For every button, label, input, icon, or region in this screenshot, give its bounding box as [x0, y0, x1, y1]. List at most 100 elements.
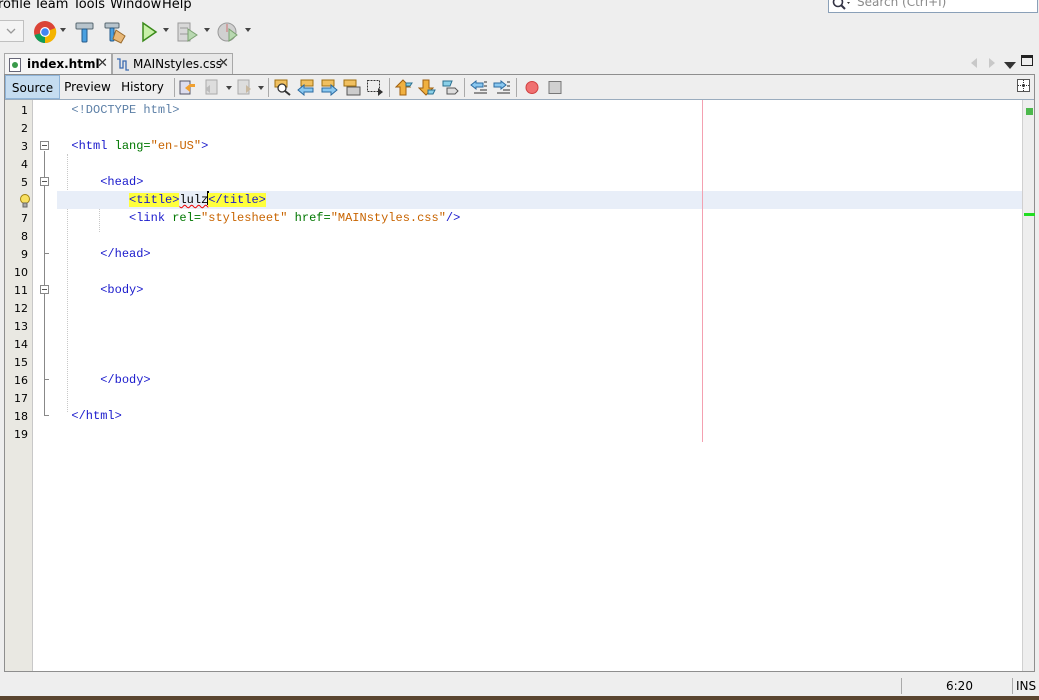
code-editor[interactable]: <!DOCTYPE html> <html lang="en-US"> <hea…	[57, 100, 1022, 671]
line-number: 12	[14, 302, 28, 315]
menu-team[interactable]: Team	[34, 0, 68, 12]
last-edit-icon[interactable]	[179, 79, 197, 96]
menu-tools[interactable]: Tools	[73, 0, 105, 12]
close-tab-icon[interactable]: ✕	[97, 56, 108, 71]
menu-help[interactable]: Help	[162, 0, 192, 12]
previous-bookmark-icon[interactable]	[394, 79, 413, 96]
toggle-rectangular-selection-icon[interactable]	[366, 79, 384, 96]
toolbar-separator	[174, 78, 175, 97]
toolbar-separator	[268, 78, 269, 97]
tab-mainstyles-css[interactable]: MAINstyles.css ✕	[112, 53, 233, 74]
editor-panel: Source Preview History 1 2 3 4 5 7 8 9 1…	[4, 74, 1035, 672]
configuration-combo[interactable]	[0, 20, 24, 42]
line-number: 4	[21, 158, 28, 171]
start-macro-recording-icon[interactable]	[523, 79, 541, 96]
code-line-7: <link rel="stylesheet" href="MAINstyles.…	[129, 211, 461, 225]
forward-icon[interactable]	[235, 79, 253, 96]
find-icon[interactable]	[274, 79, 292, 96]
search-input[interactable]: Search (Ctrl+I)	[857, 0, 946, 9]
right-margin-line	[702, 100, 703, 442]
back-dropdown-icon[interactable]	[226, 86, 232, 90]
code-line-18: </html>	[71, 409, 122, 423]
search-box[interactable]: Search (Ctrl+I)	[828, 0, 1038, 13]
tab-label: MAINstyles.css	[133, 57, 223, 71]
editor-toolbar: Source Preview History	[5, 75, 1034, 100]
profile-icon[interactable]	[216, 20, 240, 44]
chrome-icon[interactable]	[33, 20, 57, 44]
find-selection-icon[interactable]	[343, 79, 361, 96]
shift-right-icon[interactable]	[493, 79, 511, 96]
forward-dropdown-icon[interactable]	[258, 86, 264, 90]
caret-position-marker[interactable]	[1024, 213, 1035, 216]
close-tab-icon[interactable]: ✕	[218, 56, 229, 71]
menu-profile[interactable]: rofile	[0, 0, 31, 12]
code-line-1: <!DOCTYPE html>	[71, 103, 180, 117]
lightbulb-hint-icon[interactable]	[19, 194, 31, 211]
tab-source[interactable]: Source	[5, 75, 60, 99]
status-separator	[901, 678, 902, 694]
line-number: 10	[14, 266, 28, 279]
line-number: 15	[14, 356, 28, 369]
toggle-bookmark-icon[interactable]	[441, 79, 459, 96]
find-next-icon[interactable]	[320, 79, 338, 97]
insert-mode[interactable]: INS	[1016, 679, 1036, 693]
error-stripe[interactable]	[1022, 100, 1035, 671]
run-icon[interactable]	[137, 20, 161, 44]
status-ok-indicator[interactable]	[1026, 108, 1033, 115]
profile-dropdown-icon[interactable]	[245, 28, 251, 32]
find-previous-icon[interactable]	[297, 79, 315, 97]
hammer-icon[interactable]	[73, 20, 97, 44]
show-opened-documents-icon[interactable]	[1004, 58, 1016, 72]
line-number: 5	[21, 176, 28, 189]
code-line-11: <body>	[100, 283, 144, 297]
tab-index-html[interactable]: index.html ✕	[4, 53, 112, 74]
stop-macro-recording-icon[interactable]	[546, 79, 564, 96]
code-line-3: <html lang="en-US">	[71, 139, 209, 153]
status-bar: 6:20 INS	[0, 674, 1039, 696]
run-dropdown-icon[interactable]	[163, 28, 169, 32]
maximize-window-icon[interactable]	[1021, 55, 1033, 69]
line-number: 8	[21, 230, 28, 243]
code-line-9: </head>	[100, 247, 151, 261]
fold-end-marker	[44, 253, 49, 254]
line-number: 9	[21, 248, 28, 261]
tab-label: index.html	[27, 57, 100, 71]
main-toolbar	[0, 14, 1039, 50]
document-tabs: index.html ✕ MAINstyles.css ✕	[0, 50, 1039, 74]
fold-end-marker	[44, 415, 49, 416]
line-number: 3	[21, 140, 28, 153]
line-number: 14	[14, 338, 28, 351]
html-file-icon	[9, 58, 21, 75]
shift-left-icon[interactable]	[470, 79, 488, 96]
fold-guide-line	[44, 151, 45, 415]
fold-toggle-icon[interactable]	[40, 285, 49, 294]
tab-preview[interactable]: Preview	[60, 75, 115, 99]
scroll-tabs-right-icon[interactable]	[988, 57, 996, 71]
next-bookmark-icon[interactable]	[417, 79, 436, 96]
code-line-5: <head>	[100, 175, 144, 189]
line-number: 11	[14, 284, 28, 297]
line-number: 17	[14, 392, 28, 405]
line-number: 1	[21, 104, 28, 117]
tab-history[interactable]: History	[115, 75, 170, 99]
search-icon[interactable]	[831, 0, 853, 12]
fold-toggle-icon[interactable]	[40, 141, 49, 150]
back-icon[interactable]	[203, 79, 221, 96]
hammer-broom-icon[interactable]	[103, 20, 127, 44]
code-folding-column	[33, 100, 57, 671]
cursor-position: 6:20	[946, 679, 973, 693]
fold-toggle-icon[interactable]	[40, 177, 49, 186]
split-window-icon[interactable]	[1017, 79, 1035, 96]
spellcheck-error-text: lulz	[179, 193, 209, 207]
line-number: 18	[14, 410, 28, 423]
menu-window[interactable]: Window	[110, 0, 161, 12]
fold-end-marker	[44, 379, 49, 380]
chrome-dropdown-icon[interactable]	[60, 28, 66, 32]
menu-bar: rofile Team Tools Window Help Search (Ct…	[0, 0, 1039, 14]
css-file-icon	[116, 57, 130, 74]
debug-dropdown-icon[interactable]	[204, 28, 210, 32]
line-number: 13	[14, 320, 28, 333]
toolbar-separator	[389, 78, 390, 97]
scroll-tabs-left-icon[interactable]	[970, 57, 978, 71]
debug-icon[interactable]	[176, 20, 200, 44]
